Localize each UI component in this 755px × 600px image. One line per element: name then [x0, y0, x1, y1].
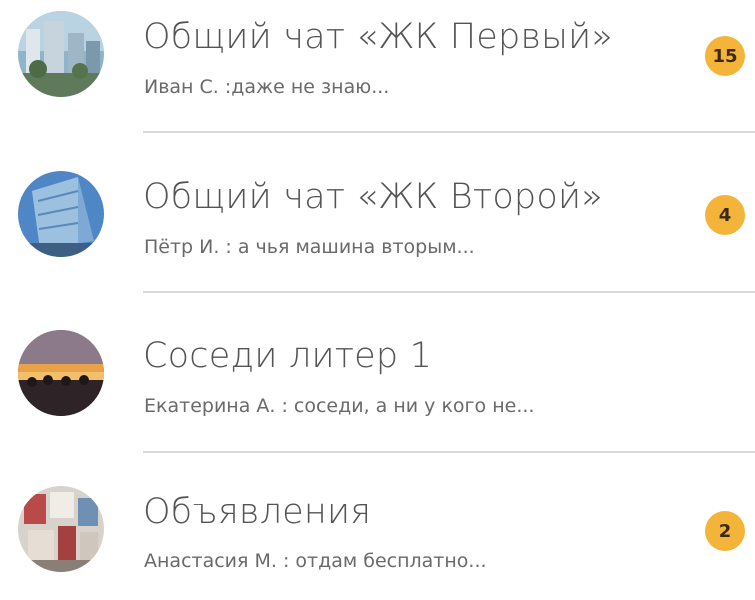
chat-avatar-image: [18, 330, 104, 416]
chat-avatar-image: [18, 486, 104, 572]
chat-last-message: Иван С. :даже не знаю...: [144, 76, 390, 98]
unread-count-badge: 2: [705, 511, 745, 551]
chat-avatar: [18, 330, 104, 416]
chat-item-obyavleniya[interactable]: Объявления Анастасия М. : отдам бесплатн…: [0, 470, 755, 600]
chat-title: Общий чат «ЖК Второй»: [143, 177, 603, 217]
chat-avatar-image: [18, 11, 104, 97]
chat-list: Общий чат «ЖК Первый» Иван С. :даже не з…: [0, 0, 755, 586]
chat-item-sosedi-liter-1[interactable]: Соседи литер 1 Екатерина А. : соседи, а …: [0, 314, 755, 444]
divider: [143, 291, 755, 293]
chat-last-message: Пётр И. : а чья машина вторым...: [144, 236, 475, 258]
chat-avatar: [18, 171, 104, 257]
chat-item-zhk-vtoroi[interactable]: Общий чат «ЖК Второй» Пётр И. : а чья ма…: [0, 155, 755, 285]
divider: [143, 131, 755, 133]
chat-avatar-image: [18, 171, 104, 257]
chat-title: Соседи литер 1: [143, 336, 433, 376]
chat-last-message: Анастасия М. : отдам бесплатно...: [144, 550, 487, 572]
chat-title: Объявления: [143, 492, 372, 532]
unread-count-badge: 15: [705, 36, 745, 76]
chat-avatar: [18, 486, 104, 572]
divider: [143, 451, 755, 453]
unread-count-badge: 4: [705, 195, 745, 235]
chat-item-zhk-pervyi[interactable]: Общий чат «ЖК Первый» Иван С. :даже не з…: [0, 0, 755, 130]
chat-last-message: Екатерина А. : соседи, а ни у кого не...: [144, 395, 535, 417]
chat-avatar: [18, 11, 104, 97]
chat-title: Общий чат «ЖК Первый»: [143, 17, 614, 57]
